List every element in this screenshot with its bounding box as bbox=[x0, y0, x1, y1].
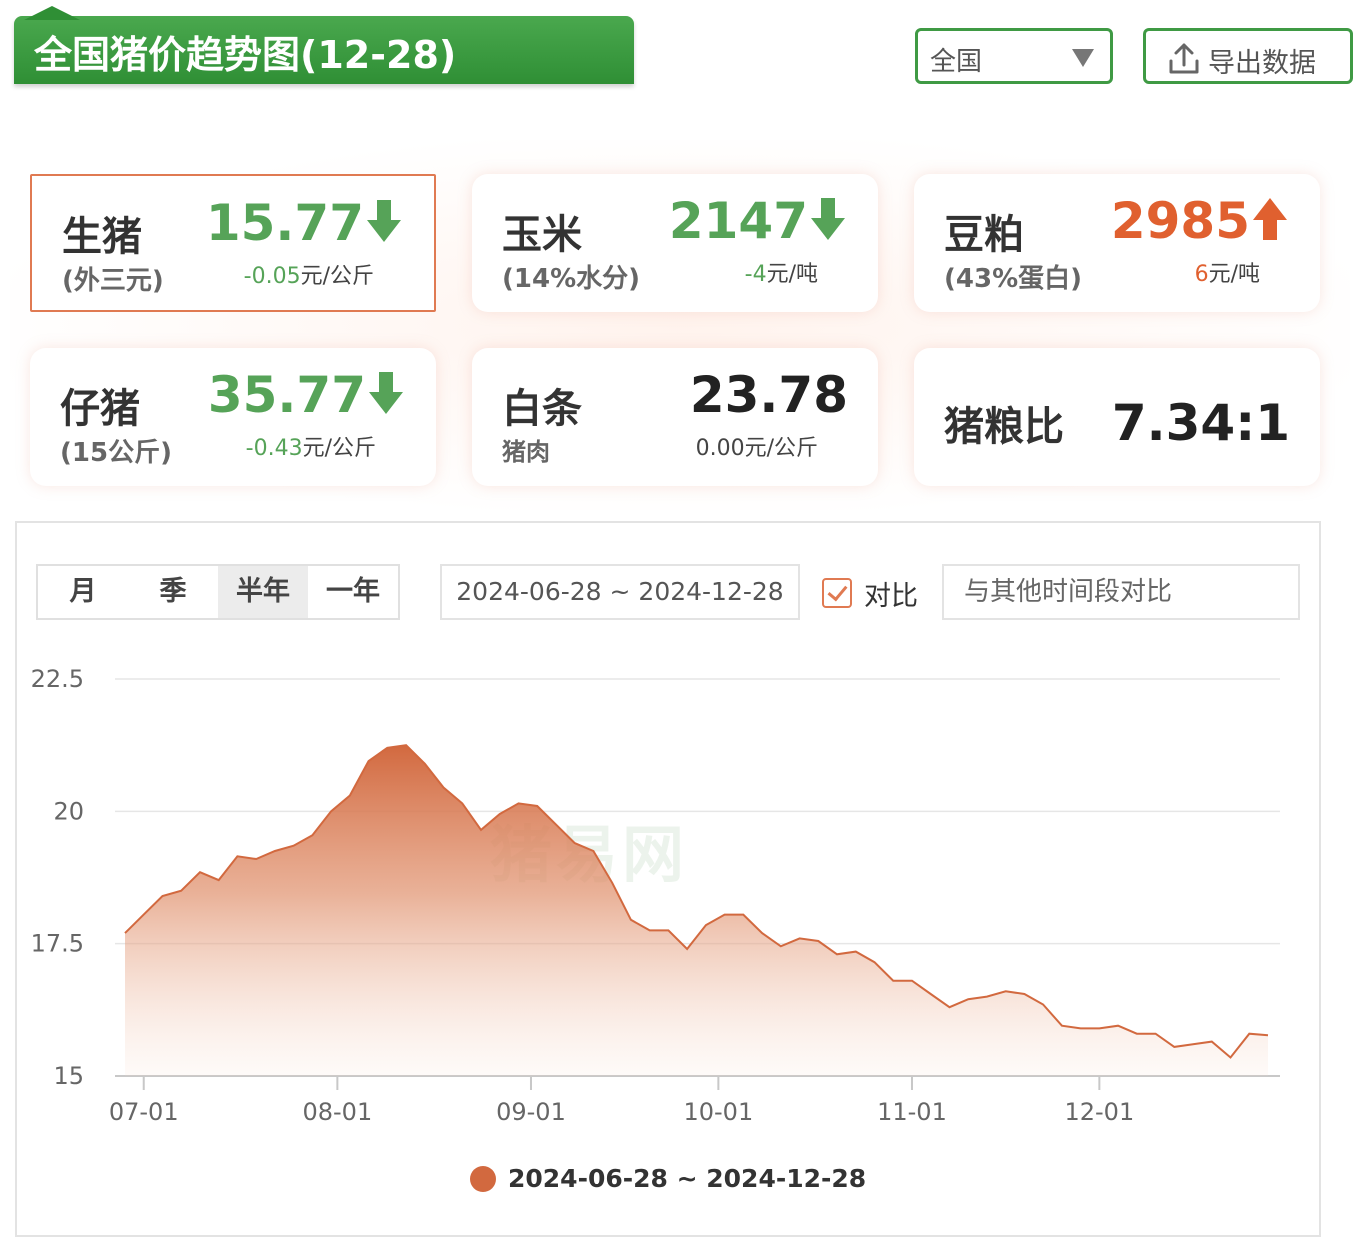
card-sub: (15公斤) bbox=[60, 438, 172, 468]
card-name: 仔猪 bbox=[60, 386, 140, 432]
tab-quarter[interactable]: 季 bbox=[128, 566, 218, 618]
card-unit: 元/公斤 bbox=[744, 436, 818, 461]
card-soymeal[interactable]: 豆粕 (43%蛋白) 2985 6元/吨 bbox=[914, 174, 1320, 312]
arrow-down-icon bbox=[369, 372, 403, 414]
arrow-down-icon bbox=[367, 200, 401, 242]
tab-half-year[interactable]: 半年 bbox=[218, 566, 308, 618]
card-change: 6元/吨 bbox=[1195, 256, 1260, 288]
card-name: 豆粕 bbox=[944, 212, 1024, 258]
card-sub: (43%蛋白) bbox=[944, 264, 1082, 294]
card-change: -4元/吨 bbox=[745, 256, 818, 288]
region-select[interactable]: 全国 bbox=[915, 28, 1113, 84]
card-live-hog[interactable]: 生猪 (外三元) 15.77 -0.05元/公斤 bbox=[30, 174, 436, 312]
card-unit: 元/吨 bbox=[766, 262, 818, 287]
card-price: 15.77 bbox=[205, 194, 364, 252]
chart-legend[interactable]: 2024-06-28 ~ 2024-12-28 bbox=[470, 1164, 866, 1198]
card-pork[interactable]: 白条 猪肉 23.78 0.00元/公斤 bbox=[472, 348, 878, 486]
card-sub: 猪肉 bbox=[502, 438, 550, 466]
compare-checkbox[interactable] bbox=[822, 578, 852, 608]
arrow-down-icon bbox=[811, 198, 845, 240]
card-change: -0.43元/公斤 bbox=[246, 430, 376, 462]
compare-period-input[interactable]: 与其他时间段对比 bbox=[942, 564, 1300, 620]
card-unit: 元/吨 bbox=[1208, 262, 1260, 287]
tab-year[interactable]: 一年 bbox=[308, 566, 398, 618]
card-price: 7.34:1 bbox=[1111, 394, 1290, 452]
card-delta: -4 bbox=[744, 262, 767, 287]
upload-icon bbox=[1169, 43, 1199, 74]
card-name: 生猪 bbox=[62, 214, 142, 260]
card-sub: (外三元) bbox=[62, 266, 164, 296]
card-delta: -0.43 bbox=[245, 436, 303, 461]
card-corn[interactable]: 玉米 (14%水分) 2147 -4元/吨 bbox=[472, 174, 878, 312]
card-price: 2985 bbox=[1110, 192, 1250, 250]
card-ratio[interactable]: 猪粮比 7.34:1 bbox=[914, 348, 1320, 486]
tab-month[interactable]: 月 bbox=[38, 566, 128, 618]
chevron-down-icon bbox=[1072, 49, 1094, 67]
card-unit: 元/公斤 bbox=[300, 264, 374, 289]
region-select-value: 全国 bbox=[930, 47, 983, 77]
card-change: 0.00元/公斤 bbox=[696, 430, 818, 462]
arrow-up-icon bbox=[1253, 198, 1287, 240]
card-sub: (14%水分) bbox=[502, 264, 640, 294]
card-name: 玉米 bbox=[502, 212, 582, 258]
card-change: -0.05元/公斤 bbox=[244, 258, 374, 290]
export-data-button[interactable]: 导出数据 bbox=[1143, 28, 1353, 84]
date-range-picker[interactable]: 2024-06-28 ~ 2024-12-28 bbox=[440, 564, 800, 620]
card-price: 2147 bbox=[668, 192, 808, 250]
card-delta: 6 bbox=[1194, 262, 1209, 287]
card-piglet[interactable]: 仔猪 (15公斤) 35.77 -0.43元/公斤 bbox=[30, 348, 436, 486]
card-name: 猪粮比 bbox=[944, 404, 1064, 450]
card-price: 35.77 bbox=[207, 366, 366, 424]
period-tabs: 月 季 半年 一年 bbox=[36, 564, 400, 620]
card-delta: -0.05 bbox=[243, 264, 301, 289]
watermark: 猪易网 bbox=[490, 818, 689, 891]
title-tab: 全国猪价趋势图(12-28) bbox=[14, 6, 634, 84]
page-title: 全国猪价趋势图(12-28) bbox=[34, 33, 457, 77]
legend-marker bbox=[470, 1165, 496, 1192]
card-name: 白条 bbox=[502, 386, 582, 432]
export-data-label: 导出数据 bbox=[1208, 48, 1316, 79]
compare-label: 对比 bbox=[864, 581, 918, 612]
legend-label: 2024-06-28 ~ 2024-12-28 bbox=[508, 1164, 867, 1193]
card-delta: 0.00 bbox=[695, 436, 745, 461]
card-unit: 元/公斤 bbox=[302, 436, 376, 461]
card-price: 23.78 bbox=[689, 366, 848, 424]
